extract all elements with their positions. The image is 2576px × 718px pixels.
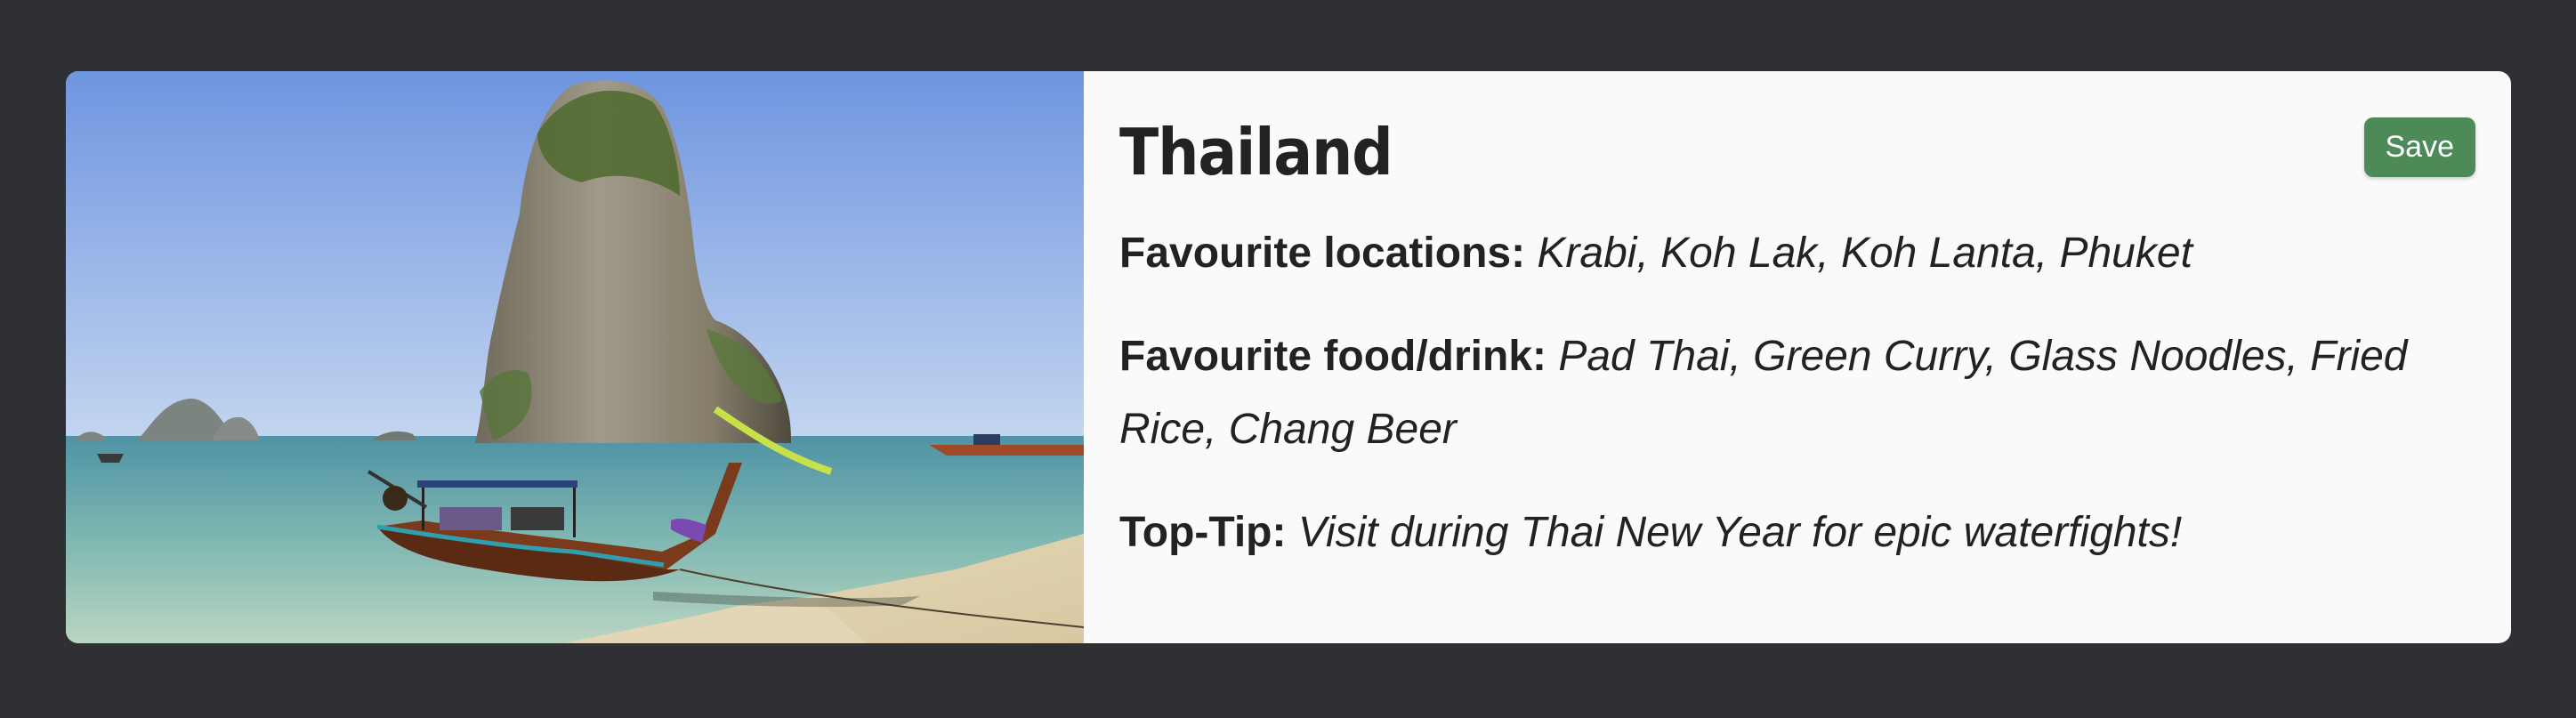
favourite-food-drink-row: Favourite food/drink: Pad Thai, Green Cu…	[1119, 320, 2475, 466]
destination-card: Thailand Save Favourite locations: Krabi…	[66, 71, 2511, 643]
top-tip-label: Top-Tip:	[1119, 509, 1298, 557]
favourite-locations-value: Krabi, Koh Lak, Koh Lanta, Phuket	[1537, 230, 2192, 278]
top-tip-row: Top-Tip: Visit during Thai New Year for …	[1119, 496, 2475, 569]
favourite-locations-row: Favourite locations: Krabi, Koh Lak, Koh…	[1119, 217, 2475, 290]
card-title: Thailand	[1119, 115, 1393, 190]
card-content: Thailand Save Favourite locations: Krabi…	[1084, 71, 2511, 643]
top-tip-value: Visit during Thai New Year for epic wate…	[1297, 509, 2183, 557]
destination-photo	[66, 71, 1084, 643]
photo-illustration	[66, 71, 1084, 643]
favourite-food-drink-label: Favourite food/drink:	[1119, 333, 1559, 381]
save-button[interactable]: Save	[2363, 117, 2475, 177]
favourite-locations-label: Favourite locations:	[1119, 230, 1538, 278]
